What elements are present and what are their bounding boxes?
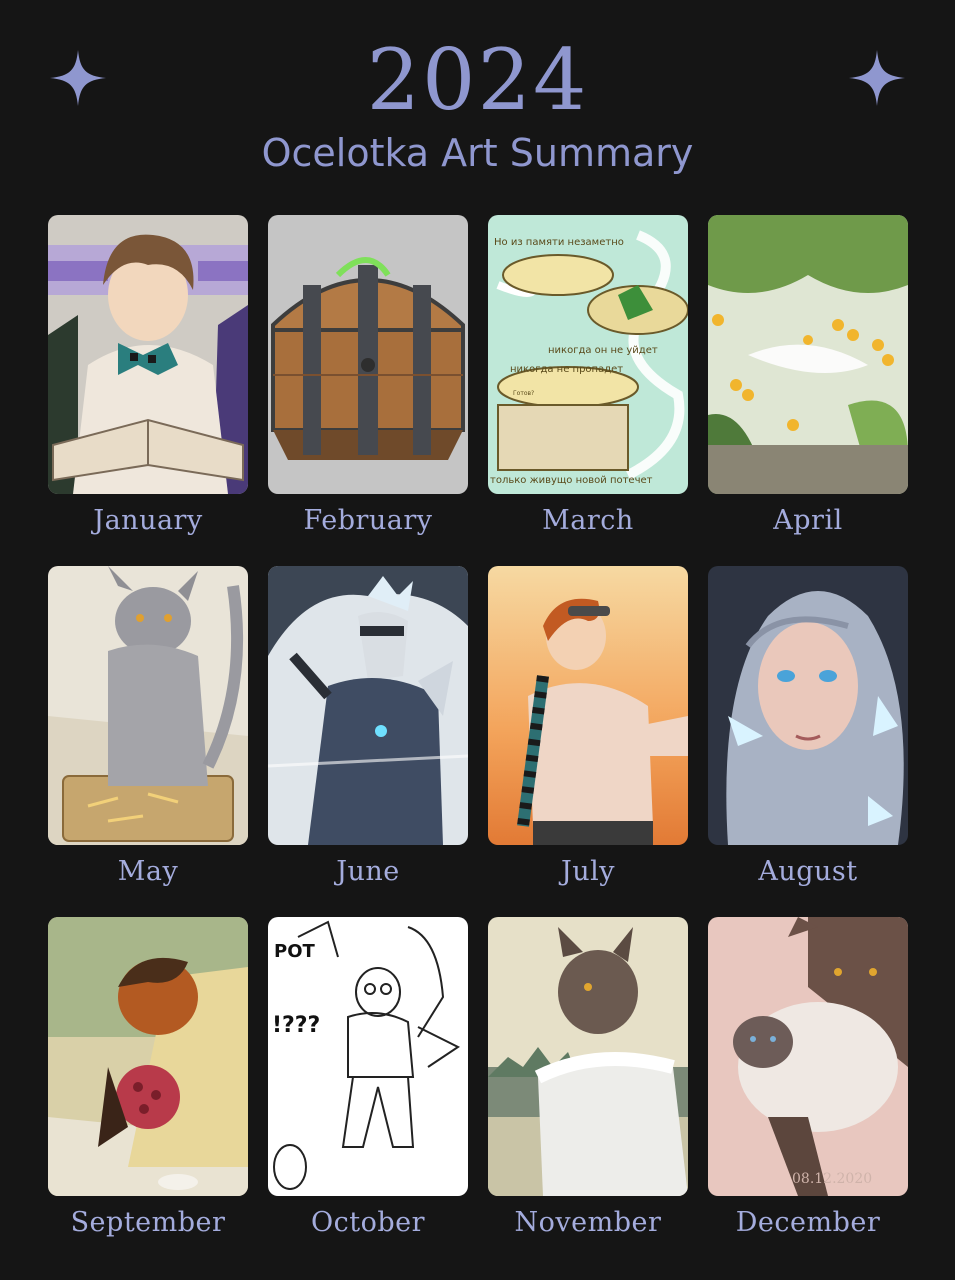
month-label: May: [117, 856, 179, 887]
month-card-december[interactable]: 08.12.2020 December: [708, 917, 908, 1240]
artwork-april[interactable]: [708, 215, 908, 494]
artwork-july[interactable]: [488, 566, 688, 845]
month-card-january[interactable]: January: [48, 215, 248, 538]
month-card-september[interactable]: September: [48, 917, 248, 1240]
artwork-signature: 08.12.2020: [792, 1171, 872, 1187]
artwork-march[interactable]: Но из памяти незаметно никогда он не уйд…: [488, 215, 688, 494]
month-card-august[interactable]: August: [708, 566, 908, 889]
artwork-december-illustration: 08.12.2020: [708, 917, 908, 1196]
artwork-august[interactable]: [708, 566, 908, 845]
comic-line-3: никогда не пропадет: [510, 364, 623, 375]
artwork-june[interactable]: [268, 566, 468, 845]
month-label: July: [560, 856, 616, 887]
month-label: August: [758, 856, 858, 887]
artwork-april-illustration: [708, 215, 908, 494]
artwork-february[interactable]: [268, 215, 468, 494]
month-label: December: [735, 1207, 881, 1238]
sketch-text-1: РОТ: [274, 941, 315, 962]
month-label: March: [542, 505, 634, 536]
artwork-november-illustration: [488, 917, 688, 1196]
month-card-may[interactable]: May: [48, 566, 248, 889]
comic-speech: Готов?: [513, 390, 534, 397]
month-card-october[interactable]: РОТ !??? October: [268, 917, 468, 1240]
month-label: April: [773, 505, 843, 536]
artwork-january-illustration: [48, 215, 248, 494]
month-card-june[interactable]: June: [268, 566, 468, 889]
artwork-may[interactable]: [48, 566, 248, 845]
comic-line-2: никогда он не уйдет: [548, 345, 658, 356]
artwork-february-illustration: [268, 215, 468, 494]
month-label: June: [336, 856, 400, 887]
comic-line-4: только живущо новой потечет: [490, 475, 653, 486]
artwork-september[interactable]: [48, 917, 248, 1196]
month-card-march[interactable]: Но из памяти незаметно никогда он не уйд…: [488, 215, 688, 538]
comic-line-1: Но из памяти незаметно: [494, 237, 624, 248]
artwork-march-illustration: Но из памяти незаметно никогда он не уйд…: [488, 215, 688, 494]
artwork-november[interactable]: [488, 917, 688, 1196]
artwork-october[interactable]: РОТ !???: [268, 917, 468, 1196]
month-card-july[interactable]: July: [488, 566, 688, 889]
month-card-november[interactable]: November: [488, 917, 688, 1240]
month-label: October: [310, 1207, 426, 1238]
artwork-september-illustration: [48, 917, 248, 1196]
month-card-february[interactable]: February: [268, 215, 468, 538]
artwork-may-illustration: [48, 566, 248, 845]
month-label: January: [93, 505, 203, 536]
month-label: November: [514, 1207, 662, 1238]
artwork-august-illustration: [708, 566, 908, 845]
artwork-december[interactable]: 08.12.2020: [708, 917, 908, 1196]
artwork-october-illustration: РОТ !???: [268, 917, 468, 1196]
artwork-june-illustration: [268, 566, 468, 845]
month-label: February: [303, 505, 433, 536]
year-title: 2024: [366, 31, 589, 129]
month-card-april[interactable]: April: [708, 215, 908, 538]
page-subtitle: Ocelotka Art Summary: [261, 131, 694, 175]
artwork-july-illustration: [488, 566, 688, 845]
month-label: September: [70, 1207, 226, 1238]
sketch-text-2: !???: [272, 1013, 320, 1038]
artwork-january[interactable]: [48, 215, 248, 494]
